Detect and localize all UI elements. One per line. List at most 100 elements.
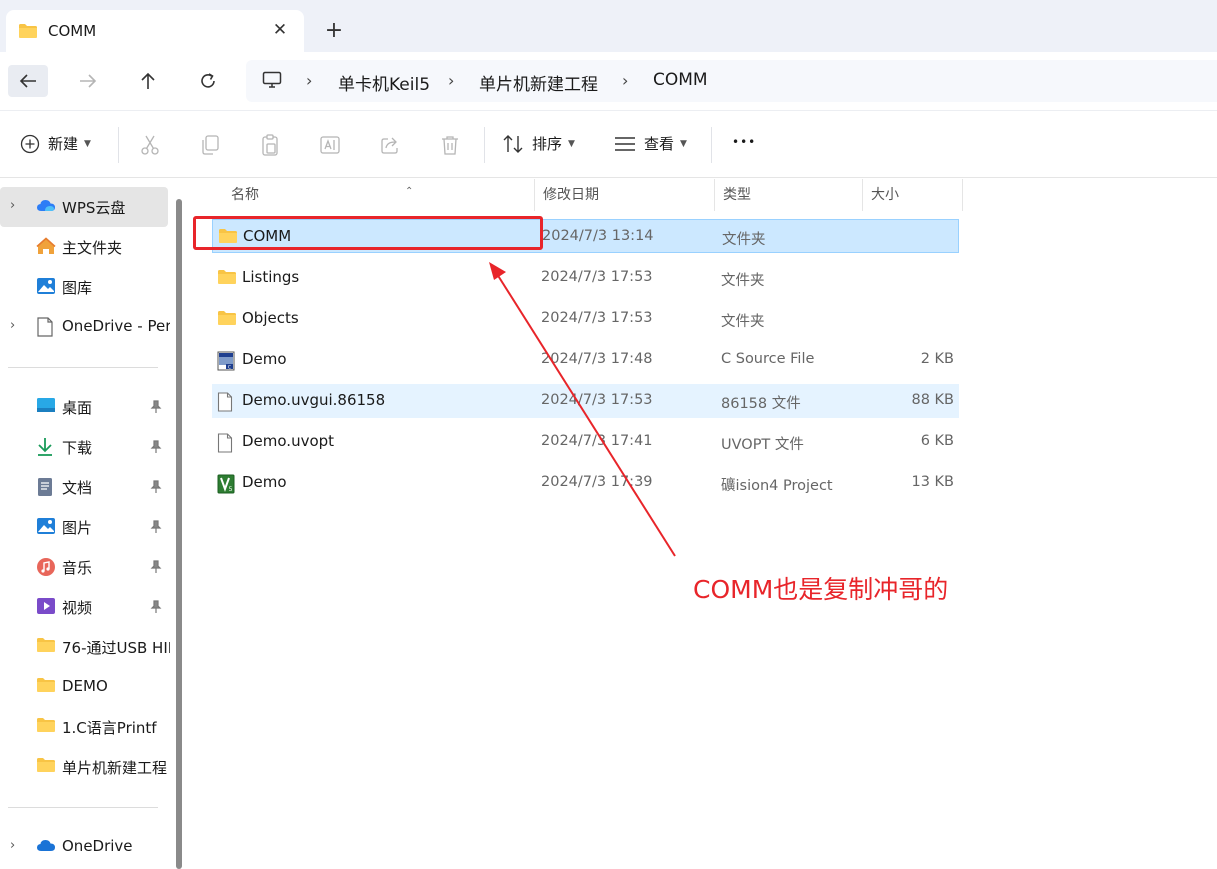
column-header-date[interactable]: 修改日期	[535, 179, 715, 211]
pin-icon[interactable]	[150, 599, 162, 618]
file-icon	[217, 392, 233, 416]
chevron-down-icon: ▼	[680, 138, 687, 149]
desktop-icon	[36, 397, 56, 417]
file-date: 2024/7/3 17:53	[541, 269, 653, 285]
command-separator	[484, 127, 485, 163]
chevron-right-icon[interactable]: ›	[10, 318, 15, 333]
file-name: Objects	[242, 309, 299, 327]
sidebar-item-label: 图库	[62, 279, 93, 297]
column-header-label: 修改日期	[543, 187, 599, 203]
sidebar-item-videos[interactable]: 视频	[0, 587, 168, 627]
refresh-icon	[201, 73, 215, 88]
back-button[interactable]	[8, 65, 48, 97]
download-icon	[36, 437, 54, 461]
sidebar-scrollbar[interactable]	[176, 199, 182, 869]
more-options-button[interactable]: •••	[732, 135, 756, 149]
new-tab-button[interactable]: +	[322, 20, 346, 44]
pin-icon[interactable]	[150, 559, 162, 578]
navigation-bar: › 单卡机Keil5 › 单片机新建工程 › COMM	[0, 52, 1217, 110]
home-icon	[36, 237, 56, 259]
folder-icon	[36, 757, 56, 777]
sidebar-item-desktop[interactable]: 桌面	[0, 387, 168, 427]
file-size: 6 KB	[920, 433, 954, 449]
file-type: C Source File	[721, 351, 815, 367]
close-icon[interactable]: ✕	[270, 20, 290, 40]
file-row[interactable]: Demo.uvopt 2024/7/3 17:41 UVOPT 文件 6 KB	[212, 425, 959, 459]
file-type: 86158 文件	[721, 396, 801, 412]
copy-icon[interactable]	[198, 133, 222, 157]
sidebar-item-onedrive-personal[interactable]: › OneDrive - Per	[0, 307, 170, 347]
column-header-label: 类型	[723, 187, 751, 203]
share-icon[interactable]	[378, 133, 402, 157]
gallery-icon	[36, 277, 56, 299]
pin-icon[interactable]	[150, 519, 162, 538]
pin-icon[interactable]	[150, 399, 162, 418]
file-name: Demo.uvopt	[242, 432, 335, 450]
pictures-icon	[36, 517, 56, 539]
svg-text:5: 5	[229, 486, 233, 493]
file-date: 2024/7/3 17:53	[541, 392, 653, 408]
view-button[interactable]: 查看 ▼	[614, 133, 687, 154]
sidebar-item-gallery[interactable]: 图库	[0, 267, 168, 307]
rename-icon[interactable]	[318, 133, 342, 157]
sidebar-item-recent-folder[interactable]: 76-通过USB HII	[0, 627, 170, 667]
sidebar-item-downloads[interactable]: 下载	[0, 427, 168, 467]
svg-text:C: C	[228, 364, 231, 370]
sidebar-item-pictures[interactable]: 图片	[0, 507, 168, 547]
folder-icon	[36, 637, 56, 657]
paste-icon[interactable]	[258, 133, 282, 157]
folder-icon	[217, 269, 237, 289]
address-bar[interactable]: › 单卡机Keil5 › 单片机新建工程 › COMM	[246, 60, 1217, 102]
file-row[interactable]: Objects 2024/7/3 17:53 文件夹	[212, 302, 959, 336]
c-source-icon: C	[217, 351, 235, 375]
cloud-icon	[36, 837, 56, 856]
breadcrumb-item-comm[interactable]: COMM	[653, 70, 708, 90]
annotation-highlight-box	[193, 216, 543, 250]
breadcrumb-item-project[interactable]: 单片机新建工程	[479, 70, 598, 95]
folder-icon	[36, 677, 56, 697]
file-row[interactable]: C Demo 2024/7/3 17:48 C Source File 2 KB	[212, 343, 959, 377]
sidebar-item-label: WPS云盘	[62, 199, 126, 217]
sidebar-item-onedrive[interactable]: › OneDrive	[0, 827, 168, 867]
delete-icon[interactable]	[438, 133, 462, 157]
file-name: Demo.uvgui.86158	[242, 391, 386, 409]
sidebar-item-recent-folder[interactable]: DEMO	[0, 667, 168, 707]
chevron-down-icon: ▼	[84, 138, 91, 149]
cloud-icon	[36, 197, 56, 217]
sidebar-item-music[interactable]: 音乐	[0, 547, 168, 587]
cut-icon[interactable]	[138, 133, 162, 157]
up-button[interactable]	[128, 65, 168, 97]
column-header-type[interactable]: 类型	[715, 179, 863, 211]
pin-icon[interactable]	[150, 439, 162, 458]
file-name: Demo	[242, 350, 287, 368]
refresh-button[interactable]	[188, 65, 228, 97]
tab-comm[interactable]: COMM ✕	[6, 10, 304, 52]
sidebar-item-label: 76-通过USB HII	[62, 639, 170, 657]
file-icon	[217, 433, 233, 457]
chevron-right-icon[interactable]: ›	[10, 838, 15, 853]
sort-button[interactable]: 排序 ▼	[502, 133, 575, 154]
sidebar-item-recent-folder[interactable]: 1.C语言Printf	[0, 707, 168, 747]
column-header-name[interactable]: 名称 ⌃	[223, 179, 535, 211]
sidebar-item-label: 1.C语言Printf	[62, 719, 157, 737]
sidebar-item-documents[interactable]: 文档	[0, 467, 168, 507]
monitor-icon	[262, 71, 282, 93]
pin-icon[interactable]	[150, 479, 162, 498]
plus-circle-icon	[20, 134, 40, 153]
file-row[interactable]: 5 Demo 2024/7/3 17:39 礦ision4 Project 13…	[212, 466, 959, 500]
sidebar-item-home[interactable]: 主文件夹	[0, 227, 168, 267]
sidebar-item-wps-cloud[interactable]: › WPS云盘	[0, 187, 168, 227]
document-icon	[36, 317, 54, 341]
file-row[interactable]: Listings 2024/7/3 17:53 文件夹	[212, 261, 959, 295]
file-type: 文件夹	[722, 232, 766, 248]
file-row[interactable]: Demo.uvgui.86158 2024/7/3 17:53 86158 文件…	[212, 384, 959, 418]
chevron-right-icon[interactable]: ›	[10, 198, 15, 213]
breadcrumb-item-keil5[interactable]: 单卡机Keil5	[338, 70, 430, 95]
file-date: 2024/7/3 17:48	[541, 351, 653, 367]
sidebar-item-recent-folder[interactable]: 单片机新建工程	[0, 747, 168, 787]
sort-icon	[503, 134, 523, 153]
forward-button[interactable]	[68, 65, 108, 97]
keil-project-icon: 5	[217, 474, 235, 498]
column-header-size[interactable]: 大小	[863, 179, 963, 211]
new-button[interactable]: 新建 ▼	[20, 133, 91, 154]
